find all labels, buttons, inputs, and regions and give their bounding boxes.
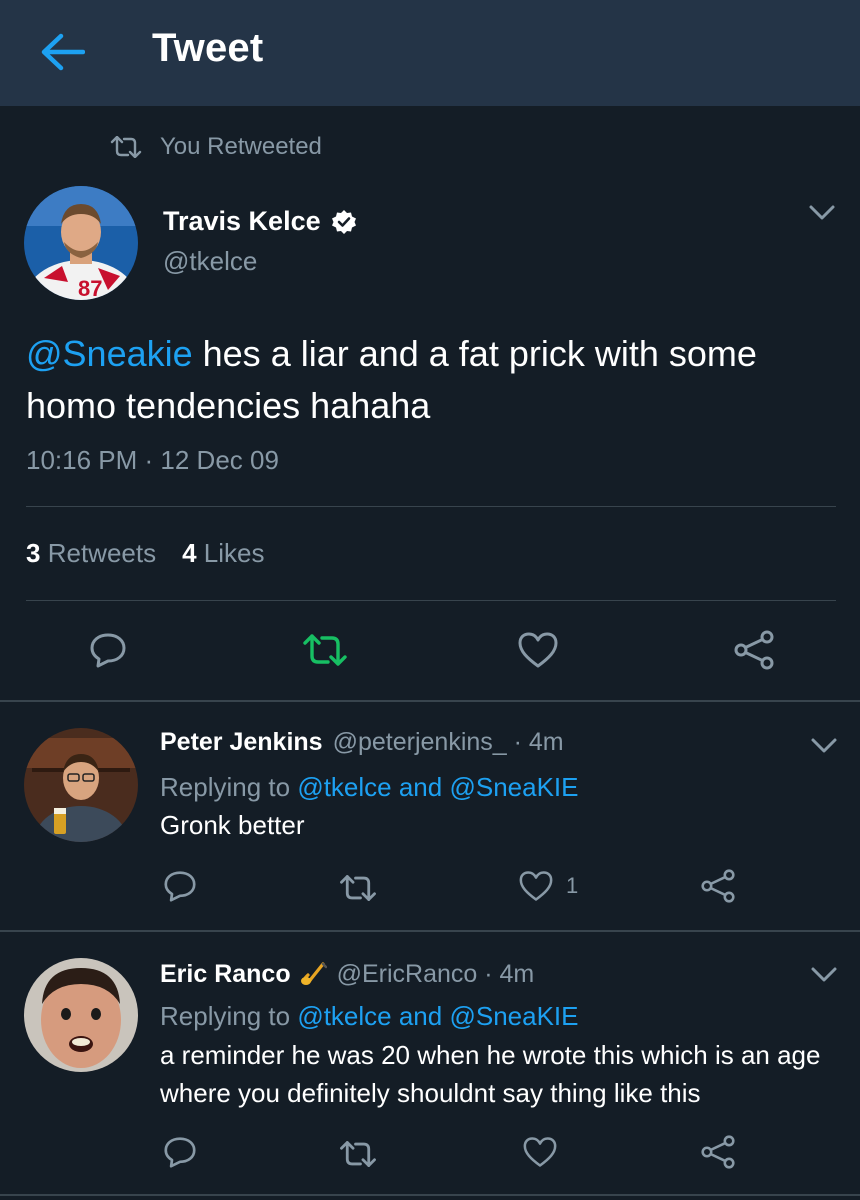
share-button[interactable] bbox=[696, 1132, 740, 1172]
tweet-mention-link[interactable]: @Sneakie bbox=[26, 333, 193, 374]
replying-to-links[interactable]: @tkelce and @SneaKIE bbox=[297, 772, 578, 802]
like-icon bbox=[518, 632, 558, 668]
reply-options-button[interactable] bbox=[810, 737, 838, 760]
replying-to: Replying to @tkelce and @SneaKIE bbox=[160, 772, 579, 802]
share-icon bbox=[701, 1135, 735, 1169]
share-icon bbox=[734, 630, 774, 670]
tweet-stats: 3 Retweets 4 Likes bbox=[26, 538, 265, 569]
reply-avatar[interactable] bbox=[24, 958, 138, 1072]
reply-button[interactable] bbox=[158, 1132, 202, 1172]
tweet-text: @Sneakie hes a liar and a fat prick with… bbox=[26, 328, 826, 432]
divider bbox=[0, 930, 860, 932]
reply-icon bbox=[164, 1137, 196, 1168]
reply-options-button[interactable] bbox=[810, 966, 838, 989]
reply-button[interactable] bbox=[84, 628, 132, 672]
retweet-button[interactable] bbox=[334, 1134, 382, 1174]
verified-badge-icon bbox=[331, 209, 356, 234]
back-button[interactable] bbox=[34, 28, 90, 76]
like-button[interactable]: 1 bbox=[518, 866, 598, 906]
divider bbox=[26, 600, 836, 601]
like-icon bbox=[523, 1137, 557, 1167]
retweet-button[interactable] bbox=[298, 628, 352, 672]
tweet-timestamp: 10:16 PM · 12 Dec 09 bbox=[26, 445, 279, 475]
divider bbox=[26, 506, 836, 507]
share-button[interactable] bbox=[730, 628, 778, 672]
reply-button[interactable] bbox=[158, 866, 202, 906]
retweet-icon bbox=[303, 634, 347, 666]
svg-text:87: 87 bbox=[78, 276, 102, 300]
replying-to-links[interactable]: @tkelce and @SneaKIE bbox=[297, 1001, 578, 1031]
top-bar: Tweet bbox=[0, 0, 860, 106]
tweet-options-button[interactable] bbox=[808, 204, 836, 227]
back-arrow-icon bbox=[41, 33, 85, 71]
like-icon bbox=[519, 871, 553, 901]
divider bbox=[0, 700, 860, 702]
page-title: Tweet bbox=[152, 26, 264, 70]
retweet-icon bbox=[340, 1141, 376, 1167]
reply-author-name: Eric Ranco bbox=[160, 960, 291, 988]
retweet-icon bbox=[340, 875, 376, 901]
like-count: 1 bbox=[566, 873, 579, 898]
reply-meta: @EricRanco · 4m bbox=[336, 960, 535, 988]
share-icon bbox=[701, 869, 735, 903]
retweet-icon bbox=[110, 136, 142, 158]
like-button[interactable] bbox=[518, 1132, 562, 1172]
reply-icon bbox=[164, 871, 196, 902]
share-button[interactable] bbox=[696, 866, 740, 906]
reply-text: a reminder he was 20 when he wrote this … bbox=[160, 1040, 821, 1108]
retweet-context: You Retweeted bbox=[110, 130, 322, 164]
chevron-down-icon bbox=[811, 967, 837, 982]
reply-author-name: Peter Jenkins bbox=[160, 728, 323, 756]
retweet-button[interactable] bbox=[334, 868, 382, 908]
divider bbox=[0, 1194, 860, 1196]
chevron-down-icon bbox=[811, 738, 837, 753]
replying-to: Replying to @tkelce and @SneaKIE bbox=[160, 1001, 579, 1031]
reply-avatar[interactable] bbox=[24, 728, 138, 842]
reply-icon bbox=[90, 633, 126, 668]
author-name[interactable]: Travis Kelce bbox=[163, 206, 357, 237]
reply-text: Gronk better bbox=[160, 810, 305, 840]
like-button[interactable] bbox=[514, 628, 562, 672]
reply-meta: @peterjenkins_ · 4m bbox=[332, 728, 564, 756]
saxophone-emoji-icon bbox=[300, 961, 327, 985]
retweets-stat[interactable]: 3 Retweets bbox=[26, 538, 156, 569]
author-handle[interactable]: @tkelce bbox=[163, 246, 257, 277]
author-avatar[interactable]: 87 bbox=[24, 186, 138, 300]
likes-stat[interactable]: 4 Likes bbox=[182, 538, 264, 569]
reply-author[interactable]: Peter Jenkins @peterjenkins_ · 4m bbox=[160, 728, 564, 757]
retweet-context-label: You Retweeted bbox=[160, 133, 322, 160]
chevron-down-icon bbox=[809, 205, 835, 220]
reply-author[interactable]: Eric Ranco @EricRanco · 4m bbox=[160, 960, 534, 989]
